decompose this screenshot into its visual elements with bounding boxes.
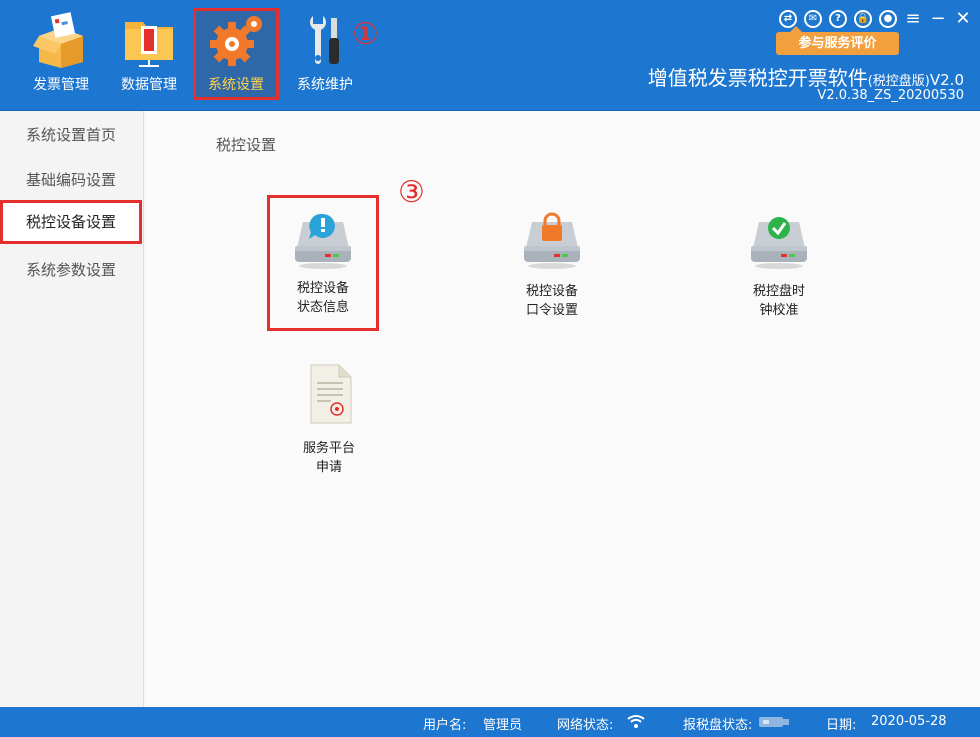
document-seal-icon <box>310 364 352 424</box>
disk-info-icon <box>295 213 351 269</box>
user-icon[interactable]: ● <box>879 10 897 28</box>
tile-device-status[interactable]: 税控设备 状态信息 <box>267 195 379 331</box>
tile-label-line2: 口令设置 <box>525 303 578 318</box>
tile-label: 税控设备 口令设置 <box>497 282 607 320</box>
app-title-sub: (税控盘版) <box>867 74 930 89</box>
nav-label: 数据管理 <box>121 77 177 93</box>
tile-label-line1: 税控设备 <box>296 281 349 296</box>
disk-check-icon <box>751 217 807 269</box>
main-content: 税控设置 税控设备 状态信息 税控设备 口令设置 税控盘时 钟校准 服务平台 申… <box>145 111 980 707</box>
sidebar-item-system-params[interactable]: 系统参数设置 <box>0 248 144 292</box>
nav-invoice-management[interactable]: 发票管理 <box>18 8 104 100</box>
tile-label-line2: 申请 <box>315 460 342 475</box>
nav-label: 系统设置 <box>208 77 264 93</box>
tile-label: 税控设备 状态信息 <box>270 279 376 317</box>
sidebar-item-tax-device[interactable]: 税控设备设置 <box>0 200 142 244</box>
status-bar: 用户名: 管理员 网络状态: 报税盘状态: 日期: 2020-05-28 <box>0 707 980 737</box>
network-label: 网络状态: <box>557 718 614 733</box>
nav-system-settings[interactable]: 系统设置 <box>193 8 279 100</box>
data-folder-icon <box>125 22 173 67</box>
sidebar-item-basic-coding[interactable]: 基础编码设置 <box>0 158 144 202</box>
step-marker-3: ③ <box>398 175 425 210</box>
date-value: 2020-05-28 <box>871 714 947 729</box>
top-header: 发票管理 数据管理 系统设置 系统维护 ① ⇄ ✉ ? 🔒 ● ≡ − ✕ 参与… <box>0 0 980 111</box>
sidebar-item-settings-home[interactable]: 系统设置首页 <box>0 113 144 157</box>
service-evaluation-button[interactable]: 参与服务评价 <box>776 26 899 55</box>
user-value: 管理员 <box>483 718 523 733</box>
tile-clock-calibration[interactable]: 税控盘时 钟校准 <box>724 198 834 330</box>
message-icon[interactable]: ✉ <box>804 10 822 28</box>
nav-label: 发票管理 <box>33 77 89 93</box>
nav-label: 系统维护 <box>297 77 353 93</box>
step-marker-1: ① <box>352 17 379 52</box>
window-controls: ⇄ ✉ ? 🔒 ● ≡ − ✕ <box>779 8 972 30</box>
invoice-box-icon <box>33 12 83 68</box>
tile-label: 服务平台 申请 <box>274 439 384 477</box>
close-icon[interactable]: ✕ <box>954 10 972 28</box>
app-title-version: V2.0 <box>929 71 964 89</box>
tile-label-line2: 钟校准 <box>759 303 799 318</box>
nav-data-management[interactable]: 数据管理 <box>106 8 192 100</box>
gear-icon <box>210 16 262 66</box>
tile-service-platform[interactable]: 服务平台 申请 <box>274 355 384 487</box>
disk-lock-icon <box>524 212 580 269</box>
tile-label-line2: 状态信息 <box>296 300 349 315</box>
tile-label-line1: 税控盘时 <box>752 284 805 299</box>
app-title: 增值税发票税控开票软件(税控盘版)V2.0 <box>648 62 964 91</box>
help-icon[interactable]: ? <box>829 10 847 28</box>
tile-device-password[interactable]: 税控设备 口令设置 <box>497 198 607 330</box>
date-label: 日期: <box>826 718 857 733</box>
section-title: 税控设置 <box>216 136 277 154</box>
menu-icon[interactable]: ≡ <box>904 10 922 28</box>
tile-label-line1: 服务平台 <box>302 441 355 456</box>
tools-icon <box>310 16 339 64</box>
user-label: 用户名: <box>423 718 467 733</box>
disk-status-label: 报税盘状态: <box>683 718 753 733</box>
lock-icon[interactable]: 🔒 <box>854 10 872 28</box>
tile-label-line1: 税控设备 <box>525 284 578 299</box>
app-title-main: 增值税发票税控开票软件 <box>647 66 868 90</box>
wifi-icon <box>627 715 645 728</box>
app-version: V2.0.38_ZS_20200530 <box>817 88 964 103</box>
sidebar: 系统设置首页 基础编码设置 税控设备设置 系统参数设置 <box>0 111 144 707</box>
usb-disk-icon <box>759 717 789 727</box>
tile-label: 税控盘时 钟校准 <box>724 282 834 320</box>
minimize-icon[interactable]: − <box>929 10 947 28</box>
